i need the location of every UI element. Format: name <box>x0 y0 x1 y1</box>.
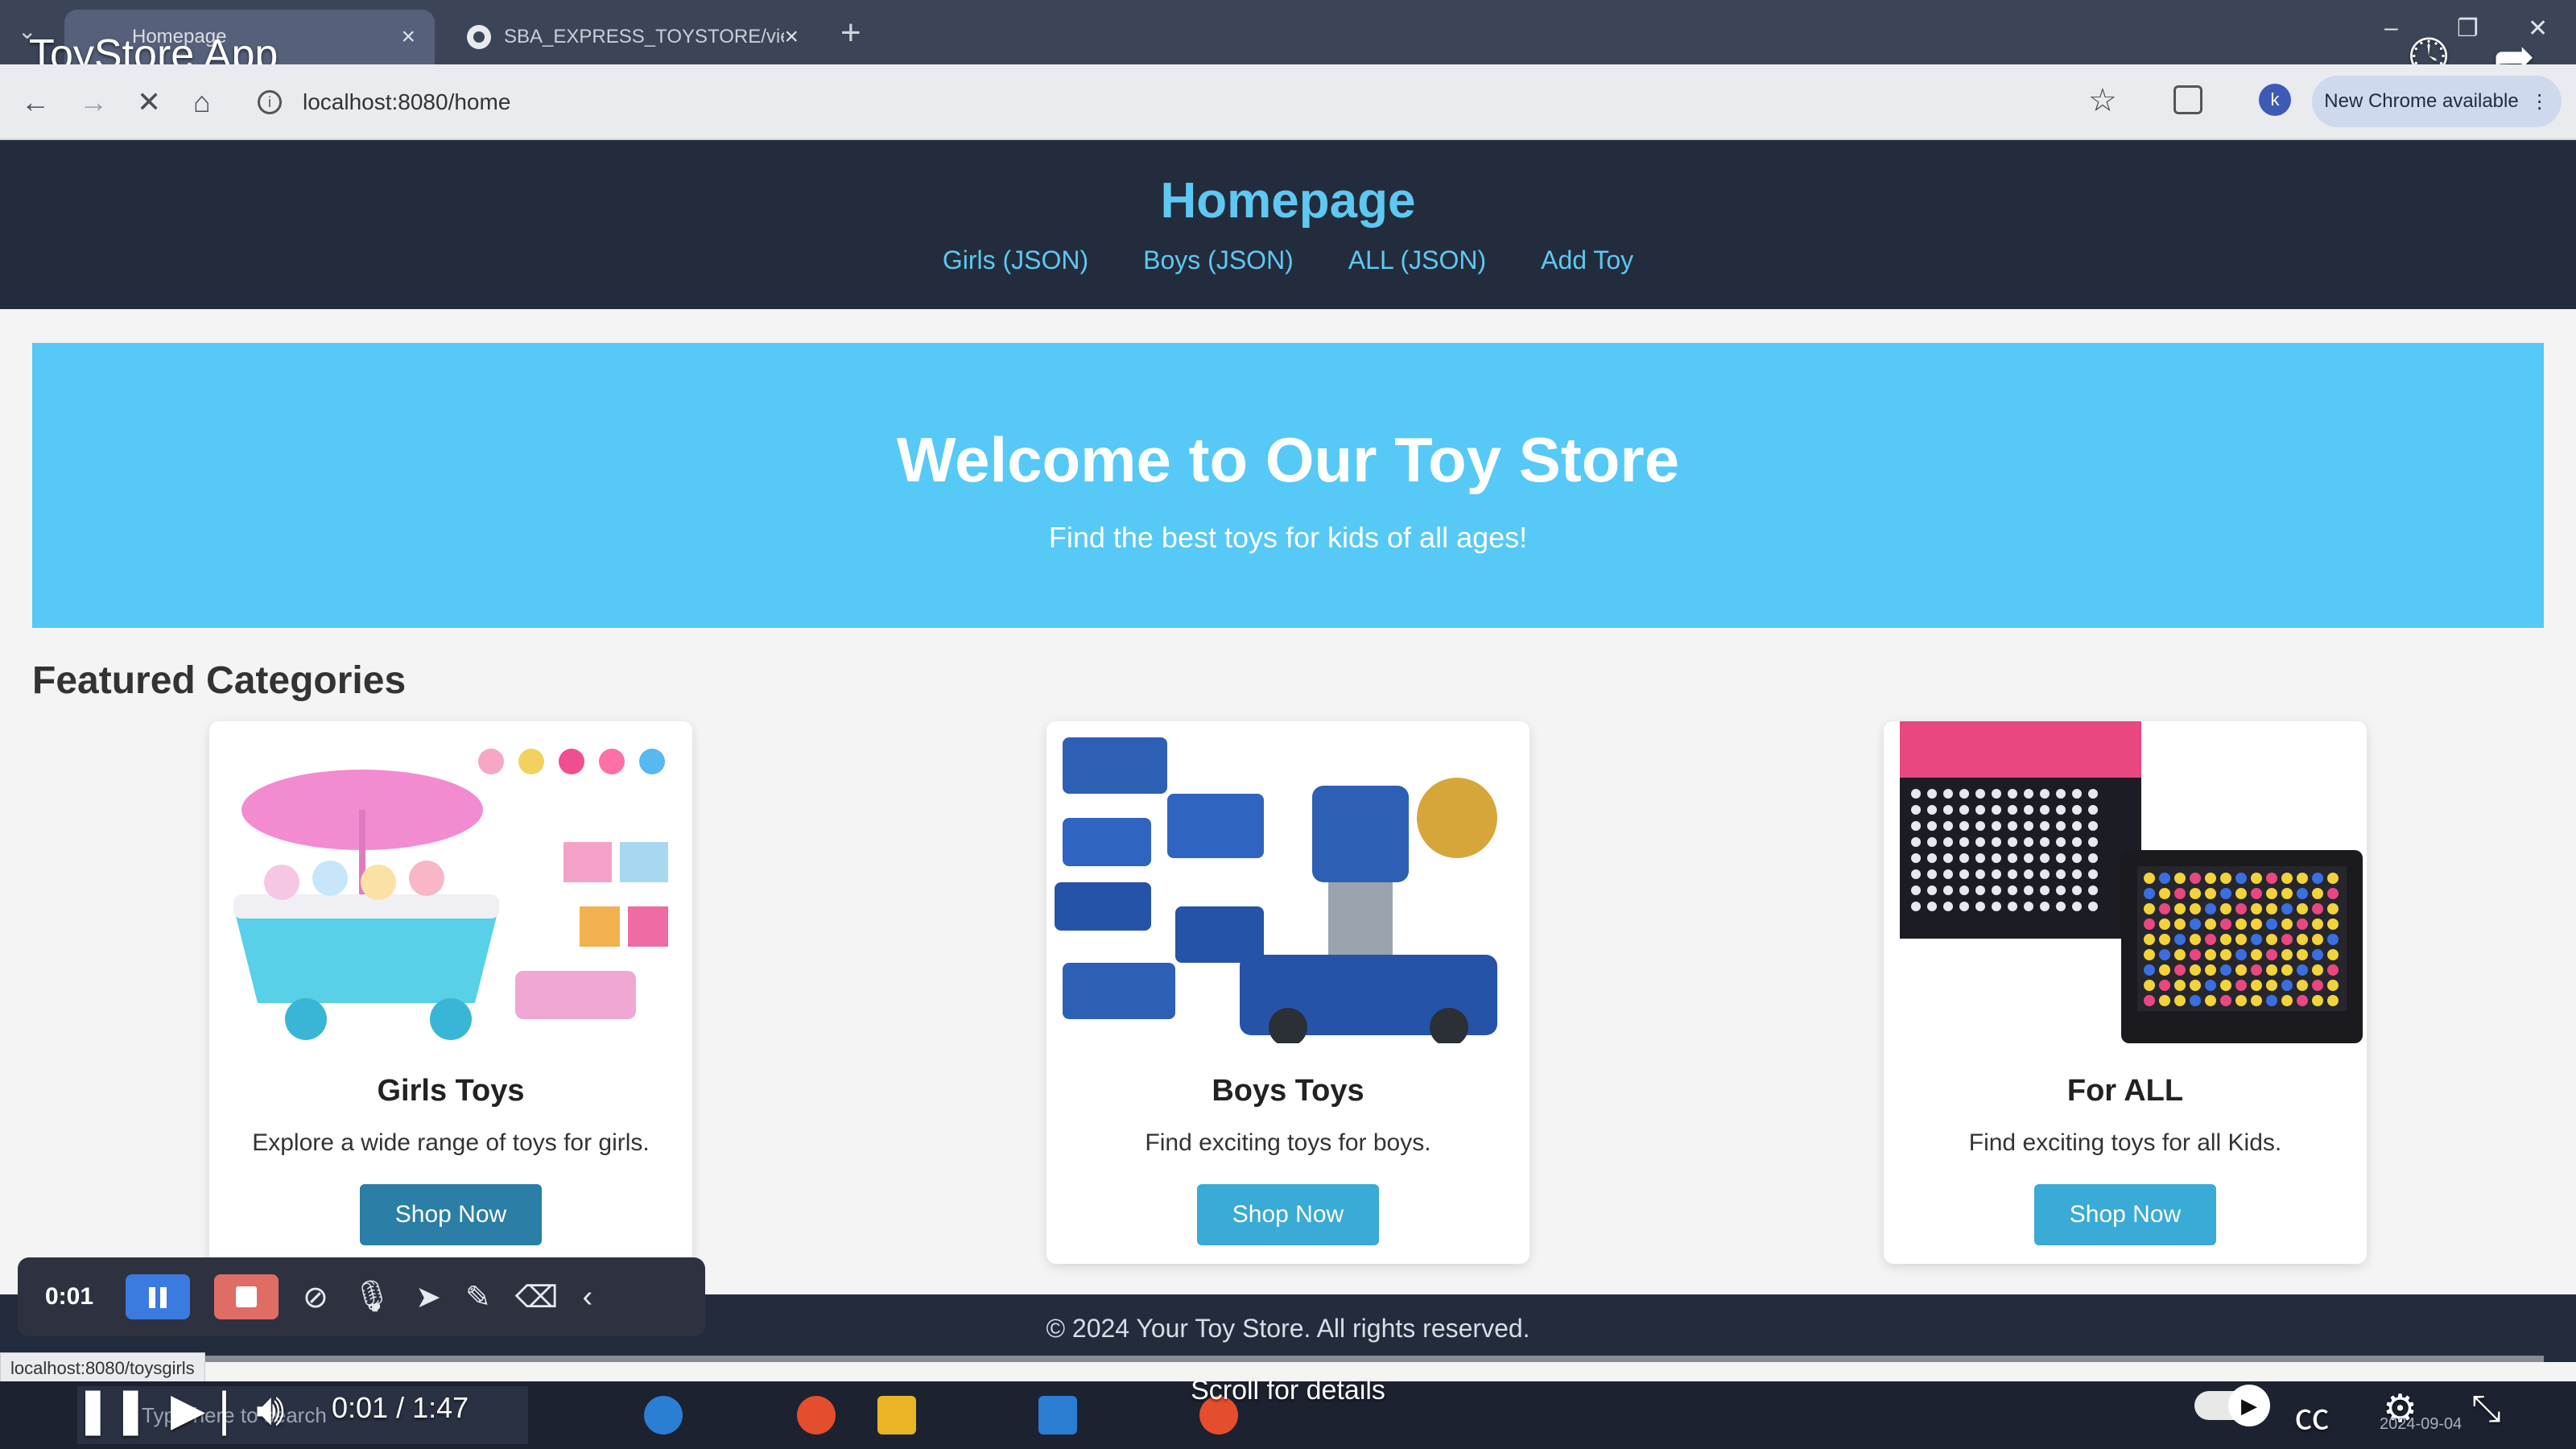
girls-toys-image <box>209 721 692 1043</box>
card-description: Find exciting toys for boys. <box>1145 1129 1431 1156</box>
extensions-icon[interactable] <box>2174 85 2202 114</box>
edge-icon[interactable] <box>644 1396 683 1435</box>
pause-recording-button[interactable] <box>126 1274 190 1319</box>
close-icon[interactable]: × <box>784 23 799 51</box>
site-info-icon[interactable]: i <box>258 90 282 114</box>
profile-avatar[interactable]: k <box>2259 84 2291 116</box>
stop-loading-icon[interactable]: ✕ <box>137 85 161 119</box>
nav-link-boys-json[interactable]: Boys (JSON) <box>1143 246 1294 275</box>
browser-tab-bar: ⌄ Homepage × SBA_EXPRESS_TOYSTORE/view ×… <box>0 0 2576 64</box>
page-title: Homepage <box>1160 173 1416 229</box>
bookmark-star-icon[interactable]: ☆ <box>2088 82 2117 119</box>
back-arrow-icon[interactable]: ← <box>21 85 50 119</box>
minimize-icon[interactable]: – <box>2384 14 2398 42</box>
for-all-toys-image <box>1884 721 2367 1043</box>
home-icon[interactable]: ⌂ <box>193 85 211 119</box>
nav-link-girls-json[interactable]: Girls (JSON) <box>943 246 1088 275</box>
github-icon <box>467 25 491 49</box>
site-header: Homepage Girls (JSON) Boys (JSON) ALL (J… <box>0 140 2576 309</box>
volume-icon[interactable]: 🔊︎ <box>256 1383 284 1437</box>
shop-now-button[interactable]: Shop Now <box>360 1184 542 1245</box>
close-icon[interactable]: × <box>401 23 415 51</box>
card-title: For ALL <box>2066 1074 2184 1108</box>
card-title: Boys Toys <box>1212 1074 1364 1108</box>
vscode-icon[interactable] <box>1038 1396 1077 1435</box>
boys-toys-image <box>1046 721 1530 1046</box>
address-bar[interactable]: i localhost:8080/home <box>258 74 2254 130</box>
autoplay-toggle[interactable] <box>2194 1385 2270 1426</box>
card-description: Explore a wide range of toys for girls. <box>252 1129 650 1156</box>
recording-timer: 0:01 <box>45 1283 94 1310</box>
category-card-all: For ALL Find exciting toys for all Kids.… <box>1884 721 2367 1264</box>
card-title: Girls Toys <box>377 1074 525 1108</box>
kebab-menu-icon[interactable]: ⋮ <box>2530 90 2549 114</box>
chrome-update-button[interactable]: New Chrome available ⋮ <box>2312 76 2562 127</box>
chrome-icon[interactable] <box>797 1396 836 1435</box>
site-nav: Girls (JSON) Boys (JSON) ALL (JSON) Add … <box>0 246 2576 275</box>
hero-heading: Welcome to Our Toy Store <box>896 424 1680 495</box>
hero-banner: Welcome to Our Toy Store Find the best t… <box>32 343 2544 628</box>
tab-github[interactable]: SBA_EXPRESS_TOYSTORE/view × <box>448 10 818 64</box>
shop-now-button[interactable]: Shop Now <box>2034 1184 2216 1245</box>
mic-off-icon[interactable]: 🎙︎ <box>353 1279 391 1315</box>
category-card-girls: Girls Toys Explore a wide range of toys … <box>209 721 692 1264</box>
exit-fullscreen-icon[interactable]: ⤡ <box>2471 1386 2501 1431</box>
camera-off-icon[interactable]: ⊘ <box>303 1279 328 1315</box>
stop-recording-button[interactable] <box>214 1274 279 1319</box>
video-time: 0:01 / 1:47 <box>332 1391 469 1424</box>
tab-title: SBA_EXPRESS_TOYSTORE/view <box>504 26 785 47</box>
pointer-icon[interactable]: ➤ <box>415 1279 441 1315</box>
file-explorer-icon[interactable] <box>877 1396 916 1435</box>
nav-link-all-json[interactable]: ALL (JSON) <box>1348 246 1486 275</box>
new-tab-plus-icon[interactable]: + <box>840 13 861 53</box>
browser-toolbar: ← → ✕ ⌂ i localhost:8080/home ☆ k New Ch… <box>0 64 2576 140</box>
shop-now-button[interactable]: Shop Now <box>1197 1184 1379 1245</box>
collapse-chevron-icon[interactable]: ‹ <box>583 1280 593 1315</box>
captions-icon[interactable]: ㏄ <box>2294 1388 2330 1439</box>
next-icon[interactable]: ▶❘ <box>171 1383 243 1436</box>
scroll-for-details-hint[interactable]: Scroll for details <box>1127 1375 1449 1406</box>
category-card-boys: Boys Toys Find exciting toys for boys. S… <box>1046 721 1530 1264</box>
hero-subheading: Find the best toys for kids of all ages! <box>1048 521 1528 554</box>
status-bar-url: localhost:8080/toysgirls <box>0 1352 205 1383</box>
eraser-icon[interactable]: ⌫ <box>515 1279 559 1315</box>
forward-arrow-icon[interactable]: → <box>79 85 108 119</box>
screen-recorder-toolbar: 0:01 ⊘ 🎙︎ ➤ ✎ ⌫ ‹ <box>18 1257 705 1336</box>
pause-icon[interactable]: ❚❚ <box>74 1383 150 1436</box>
featured-categories-heading: Featured Categories <box>32 659 407 702</box>
url-text[interactable]: localhost:8080/home <box>303 89 510 115</box>
nav-link-add-toy[interactable]: Add Toy <box>1541 246 1633 275</box>
pen-icon[interactable]: ✎ <box>465 1279 491 1315</box>
restore-icon[interactable]: ❐ <box>2457 14 2479 43</box>
taskbar-date: 2024-09-04 <box>2380 1415 2462 1433</box>
video-progress-track[interactable] <box>32 1356 2544 1362</box>
chrome-update-label: New Chrome available <box>2324 90 2519 112</box>
card-description: Find exciting toys for all Kids. <box>1968 1129 2282 1156</box>
